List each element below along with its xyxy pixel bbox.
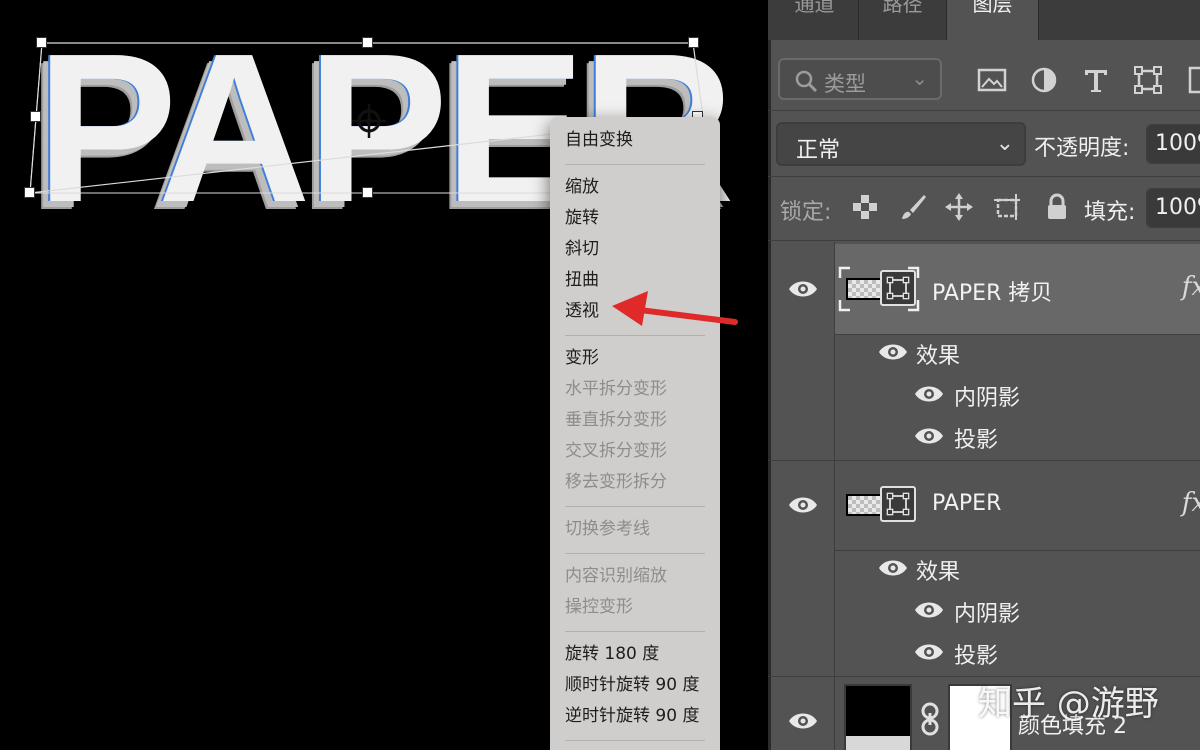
lock-paint-icon[interactable] — [898, 192, 928, 222]
menu-item-skew[interactable]: 斜切 — [565, 237, 599, 261]
effects-label[interactable]: 效果 — [916, 338, 960, 370]
divider — [834, 550, 1200, 551]
menu-separator — [565, 335, 705, 336]
menu-item-rotate[interactable]: 旋转 — [565, 206, 599, 230]
fx-icon[interactable]: fx — [1182, 272, 1200, 302]
eye-icon[interactable] — [914, 384, 944, 404]
effect-inner-shadow[interactable]: 内阴影 — [954, 380, 1020, 412]
menu-item-rotate-180[interactable]: 旋转 180 度 — [565, 642, 659, 666]
effect-inner-shadow[interactable]: 内阴影 — [954, 596, 1020, 628]
menu-separator — [565, 164, 705, 165]
menu-item-split-warp-horizontal[interactable]: 水平拆分变形 — [565, 377, 667, 401]
eye-icon[interactable] — [914, 600, 944, 620]
fill-label: 填充: — [1084, 200, 1136, 225]
menu-item-free-transform[interactable]: 自由变换 — [565, 128, 633, 152]
tab-label: 通道 — [794, 0, 835, 16]
menu-item-distort[interactable]: 扭曲 — [565, 268, 599, 292]
fx-icon[interactable]: fx — [1182, 488, 1200, 518]
tab-layers[interactable]: 图层 — [947, 0, 1039, 40]
fill-input[interactable]: 100% — [1146, 188, 1200, 228]
eye-icon[interactable] — [914, 426, 944, 446]
divider — [834, 334, 1200, 335]
chevron-down-icon: ⌄ — [911, 66, 928, 90]
handle-middle-left[interactable] — [30, 111, 41, 122]
divider — [768, 176, 1200, 177]
search-icon — [795, 70, 818, 93]
color-fill-thumbnail — [844, 684, 912, 750]
menu-item-rotate-90-cw[interactable]: 顺时针旋转 90 度 — [565, 673, 699, 697]
menu-separator — [565, 553, 705, 554]
shape-icon[interactable] — [1132, 64, 1164, 96]
tab-label: 路径 — [882, 0, 923, 16]
type-icon[interactable] — [1080, 64, 1112, 96]
handle-top-right[interactable] — [688, 37, 699, 48]
image-icon[interactable] — [976, 64, 1008, 96]
layer-text-thumbnail — [846, 278, 882, 300]
smart-object-thumbnail-icon — [880, 270, 916, 306]
menu-item-puppet-warp[interactable]: 操控变形 — [565, 595, 633, 619]
layer-row-paper-copy[interactable]: PAPER 拷贝 fx — [768, 244, 1200, 334]
divider — [768, 460, 1200, 461]
menu-item-scale[interactable]: 缩放 — [565, 175, 599, 199]
menu-item-remove-warp-split[interactable]: 移去变形拆分 — [565, 470, 667, 494]
eye-icon[interactable] — [788, 279, 818, 299]
effect-drop-shadow[interactable]: 投影 — [954, 422, 998, 454]
layer-filter-select[interactable]: 类型 ⌄ — [778, 58, 942, 100]
menu-separator — [565, 740, 705, 741]
adjustment-icon[interactable] — [1028, 64, 1060, 96]
tab-channels[interactable]: 通道 — [771, 0, 859, 40]
handle-top-left[interactable] — [36, 37, 47, 48]
fill-adjust-icon — [846, 736, 910, 750]
watermark-text: 知乎 @游野 — [978, 684, 1159, 724]
effect-drop-shadow[interactable]: 投影 — [954, 638, 998, 670]
divider — [768, 240, 1200, 241]
eye-icon[interactable] — [788, 711, 818, 731]
layer-name[interactable]: PAPER 拷贝 — [932, 275, 1052, 307]
menu-item-rotate-90-ccw[interactable]: 逆时针旋转 90 度 — [565, 704, 699, 728]
panel-tab-bar: 通道 路径 图层 — [768, 0, 1200, 40]
lock-artboard-icon[interactable] — [992, 192, 1022, 222]
reference-point-icon — [352, 104, 386, 138]
blend-mode-select[interactable]: 正常 ⌄ — [776, 122, 1026, 166]
effects-label[interactable]: 效果 — [916, 554, 960, 586]
lock-all-icon[interactable] — [1042, 192, 1072, 222]
tab-label: 图层 — [972, 0, 1013, 16]
panel-divider[interactable] — [768, 0, 771, 750]
eye-icon[interactable] — [914, 642, 944, 662]
menu-item-content-aware-scale[interactable]: 内容识别缩放 — [565, 564, 667, 588]
opacity-input[interactable]: 100% — [1146, 124, 1200, 164]
link-icon[interactable] — [918, 702, 942, 736]
smart-object-thumbnail-icon — [880, 486, 916, 522]
eye-icon[interactable] — [878, 342, 908, 362]
smart-object-icon[interactable] — [1184, 64, 1200, 96]
blend-mode-value: 正常 — [796, 138, 841, 163]
layer-row-paper[interactable]: PAPER fx — [768, 462, 1200, 550]
layer-name[interactable]: PAPER — [932, 491, 1001, 516]
chevron-down-icon: ⌄ — [995, 131, 1014, 156]
handle-bottom-left[interactable] — [24, 187, 35, 198]
eye-icon[interactable] — [788, 495, 818, 515]
layer-text-thumbnail — [846, 494, 882, 516]
lock-label: 锁定: — [780, 200, 832, 225]
menu-item-split-warp-vertical[interactable]: 垂直拆分变形 — [565, 408, 667, 432]
handle-top-center[interactable] — [362, 37, 373, 48]
menu-separator — [565, 631, 705, 632]
handle-bottom-center[interactable] — [362, 187, 373, 198]
eye-icon[interactable] — [878, 558, 908, 578]
filter-label: 类型 — [824, 72, 866, 96]
transform-context-menu: 自由变换 缩放 旋转 斜切 扭曲 透视 变形 水平拆分变形 垂直拆分变形 交叉拆… — [550, 117, 720, 750]
menu-item-warp[interactable]: 变形 — [565, 346, 599, 370]
lock-move-icon[interactable] — [944, 192, 974, 222]
tab-paths[interactable]: 路径 — [859, 0, 947, 40]
menu-item-perspective[interactable]: 透视 — [565, 299, 599, 323]
menu-separator — [565, 506, 705, 507]
layers-panel: 通道 路径 图层 类型 ⌄ 正常 ⌄ 不透明度: 100% — [768, 0, 1200, 750]
divider — [768, 110, 1200, 111]
opacity-label: 不透明度: — [1034, 136, 1130, 161]
menu-item-split-warp-crosswise[interactable]: 交叉拆分变形 — [565, 439, 667, 463]
lock-transparent-icon[interactable] — [850, 192, 880, 222]
menu-item-toggle-guides[interactable]: 切换参考线 — [565, 517, 650, 541]
